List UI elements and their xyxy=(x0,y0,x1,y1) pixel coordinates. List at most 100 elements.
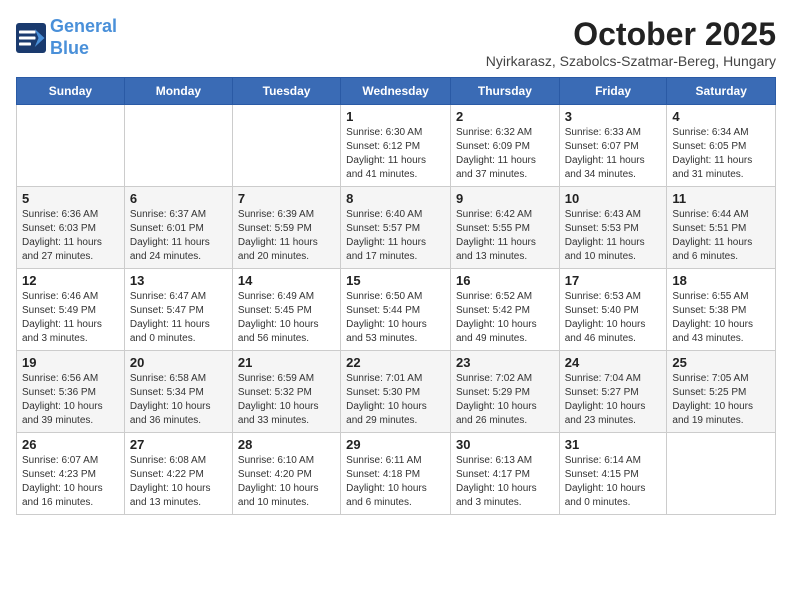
day-info: Sunrise: 7:05 AMSunset: 5:25 PMDaylight:… xyxy=(672,372,770,428)
day-info: Sunrise: 6:11 AMSunset: 4:18 PMDaylight:… xyxy=(346,454,445,510)
weekday-header: Friday xyxy=(559,78,667,105)
weekday-header: Thursday xyxy=(450,78,559,105)
day-info: Sunrise: 6:58 AMSunset: 5:34 PMDaylight:… xyxy=(130,372,227,428)
calendar-cell: 22Sunrise: 7:01 AMSunset: 5:30 PMDayligh… xyxy=(341,351,451,433)
calendar-cell: 18 Sunrise: 6:55 AMSunset: 5:38 PMDayligh… xyxy=(667,269,776,351)
day-info: Sunrise: 7:01 AMSunset: 5:30 PMDaylight:… xyxy=(346,372,445,428)
day-number: 17 xyxy=(565,273,662,288)
calendar-cell: 1Sunrise: 6:30 AMSunset: 6:12 PMDaylight… xyxy=(341,105,451,187)
calendar-cell: 19 Sunrise: 6:56 AMSunset: 5:36 PMDayligh… xyxy=(17,351,125,433)
calendar-week-row: 5 Sunrise: 6:36 AMSunset: 6:03 PMDaylight… xyxy=(17,187,776,269)
day-info: Sunrise: 6:56 AMSunset: 5:36 PMDaylight:… xyxy=(22,372,119,428)
day-number: 11 xyxy=(672,191,770,206)
calendar-header-row: SundayMondayTuesdayWednesdayThursdayFrid… xyxy=(17,78,776,105)
day-info: Sunrise: 6:42 AMSunset: 5:55 PMDaylight:… xyxy=(456,208,554,264)
calendar-cell: 21 Sunrise: 6:59 AMSunset: 5:32 PMDayligh… xyxy=(232,351,340,433)
day-info: Sunrise: 6:46 AMSunset: 5:49 PMDaylight:… xyxy=(22,290,119,346)
day-info: Sunrise: 6:33 AMSunset: 6:07 PMDaylight:… xyxy=(565,126,662,182)
calendar-cell: 7 Sunrise: 6:39 AMSunset: 5:59 PMDaylight… xyxy=(232,187,340,269)
calendar-cell: 11 Sunrise: 6:44 AMSunset: 5:51 PMDayligh… xyxy=(667,187,776,269)
calendar-cell: 28 Sunrise: 6:10 AMSunset: 4:20 PMDayligh… xyxy=(232,433,340,515)
day-number: 9 xyxy=(456,191,554,206)
day-info: Sunrise: 6:50 AMSunset: 5:44 PMDaylight:… xyxy=(346,290,445,346)
day-info: Sunrise: 6:14 AMSunset: 4:15 PMDaylight:… xyxy=(565,454,662,510)
calendar-cell: 2Sunrise: 6:32 AMSunset: 6:09 PMDaylight… xyxy=(450,105,559,187)
day-number: 5 xyxy=(22,191,119,206)
day-number: 23 xyxy=(456,355,554,370)
weekday-header: Saturday xyxy=(667,78,776,105)
calendar-week-row: 26Sunrise: 6:07 AMSunset: 4:23 PMDayligh… xyxy=(17,433,776,515)
calendar-cell: 31 Sunrise: 6:14 AMSunset: 4:15 PMDayligh… xyxy=(559,433,667,515)
day-info: Sunrise: 6:08 AMSunset: 4:22 PMDaylight:… xyxy=(130,454,227,510)
day-info: Sunrise: 6:52 AMSunset: 5:42 PMDaylight:… xyxy=(456,290,554,346)
day-info: Sunrise: 6:40 AMSunset: 5:57 PMDaylight:… xyxy=(346,208,445,264)
day-number: 3 xyxy=(565,109,662,124)
day-number: 7 xyxy=(238,191,335,206)
day-number: 18 xyxy=(672,273,770,288)
calendar-cell: 23 Sunrise: 7:02 AMSunset: 5:29 PMDayligh… xyxy=(450,351,559,433)
page-header: General Blue October 2025 Nyirkarasz, Sz… xyxy=(16,16,776,69)
day-number: 6 xyxy=(130,191,227,206)
calendar-cell: 14 Sunrise: 6:49 AMSunset: 5:45 PMDayligh… xyxy=(232,269,340,351)
day-info: Sunrise: 6:36 AMSunset: 6:03 PMDaylight:… xyxy=(22,208,119,264)
calendar-week-row: 19 Sunrise: 6:56 AMSunset: 5:36 PMDayligh… xyxy=(17,351,776,433)
month-title: October 2025 xyxy=(486,16,776,53)
day-number: 20 xyxy=(130,355,227,370)
day-info: Sunrise: 6:07 AMSunset: 4:23 PMDaylight:… xyxy=(22,454,119,510)
calendar-cell: 9 Sunrise: 6:42 AMSunset: 5:55 PMDaylight… xyxy=(450,187,559,269)
day-info: Sunrise: 7:02 AMSunset: 5:29 PMDaylight:… xyxy=(456,372,554,428)
day-number: 28 xyxy=(238,437,335,452)
calendar-cell: 24Sunrise: 7:04 AMSunset: 5:27 PMDayligh… xyxy=(559,351,667,433)
calendar-cell: 25 Sunrise: 7:05 AMSunset: 5:25 PMDayligh… xyxy=(667,351,776,433)
calendar-cell: 26Sunrise: 6:07 AMSunset: 4:23 PMDayligh… xyxy=(17,433,125,515)
day-number: 16 xyxy=(456,273,554,288)
calendar-cell: 27 Sunrise: 6:08 AMSunset: 4:22 PMDayligh… xyxy=(124,433,232,515)
weekday-header: Tuesday xyxy=(232,78,340,105)
calendar-cell: 12 Sunrise: 6:46 AMSunset: 5:49 PMDayligh… xyxy=(17,269,125,351)
calendar-cell: 3 Sunrise: 6:33 AMSunset: 6:07 PMDaylight… xyxy=(559,105,667,187)
weekday-header: Wednesday xyxy=(341,78,451,105)
calendar-cell: 13 Sunrise: 6:47 AMSunset: 5:47 PMDayligh… xyxy=(124,269,232,351)
calendar-week-row: 1Sunrise: 6:30 AMSunset: 6:12 PMDaylight… xyxy=(17,105,776,187)
day-number: 19 xyxy=(22,355,119,370)
day-number: 12 xyxy=(22,273,119,288)
title-block: October 2025 Nyirkarasz, Szabolcs-Szatma… xyxy=(486,16,776,69)
calendar-cell: 6 Sunrise: 6:37 AMSunset: 6:01 PMDaylight… xyxy=(124,187,232,269)
day-number: 25 xyxy=(672,355,770,370)
day-number: 21 xyxy=(238,355,335,370)
day-number: 15 xyxy=(346,273,445,288)
day-info: Sunrise: 6:10 AMSunset: 4:20 PMDaylight:… xyxy=(238,454,335,510)
day-info: Sunrise: 6:47 AMSunset: 5:47 PMDaylight:… xyxy=(130,290,227,346)
day-number: 13 xyxy=(130,273,227,288)
day-info: Sunrise: 7:04 AMSunset: 5:27 PMDaylight:… xyxy=(565,372,662,428)
logo: General Blue xyxy=(16,16,117,59)
day-number: 8 xyxy=(346,191,445,206)
day-info: Sunrise: 6:59 AMSunset: 5:32 PMDaylight:… xyxy=(238,372,335,428)
location: Nyirkarasz, Szabolcs-Szatmar-Bereg, Hung… xyxy=(486,53,776,69)
day-number: 14 xyxy=(238,273,335,288)
day-number: 31 xyxy=(565,437,662,452)
calendar-cell: 20 Sunrise: 6:58 AMSunset: 5:34 PMDayligh… xyxy=(124,351,232,433)
day-info: Sunrise: 6:13 AMSunset: 4:17 PMDaylight:… xyxy=(456,454,554,510)
day-number: 4 xyxy=(672,109,770,124)
day-number: 30 xyxy=(456,437,554,452)
day-info: Sunrise: 6:37 AMSunset: 6:01 PMDaylight:… xyxy=(130,208,227,264)
weekday-header: Monday xyxy=(124,78,232,105)
weekday-header: Sunday xyxy=(17,78,125,105)
day-info: Sunrise: 6:32 AMSunset: 6:09 PMDaylight:… xyxy=(456,126,554,182)
calendar-cell: 8 Sunrise: 6:40 AMSunset: 5:57 PMDaylight… xyxy=(341,187,451,269)
day-number: 27 xyxy=(130,437,227,452)
day-number: 1 xyxy=(346,109,445,124)
calendar-cell: 15 Sunrise: 6:50 AMSunset: 5:44 PMDayligh… xyxy=(341,269,451,351)
calendar-cell: 4Sunrise: 6:34 AMSunset: 6:05 PMDaylight… xyxy=(667,105,776,187)
day-info: Sunrise: 6:43 AMSunset: 5:53 PMDaylight:… xyxy=(565,208,662,264)
day-info: Sunrise: 6:39 AMSunset: 5:59 PMDaylight:… xyxy=(238,208,335,264)
day-info: Sunrise: 6:55 AMSunset: 5:38 PMDaylight:… xyxy=(672,290,770,346)
calendar-cell: 16 Sunrise: 6:52 AMSunset: 5:42 PMDayligh… xyxy=(450,269,559,351)
logo-icon xyxy=(16,23,46,53)
calendar-cell: 10Sunrise: 6:43 AMSunset: 5:53 PMDayligh… xyxy=(559,187,667,269)
day-info: Sunrise: 6:44 AMSunset: 5:51 PMDaylight:… xyxy=(672,208,770,264)
calendar-cell: 17 Sunrise: 6:53 AMSunset: 5:40 PMDayligh… xyxy=(559,269,667,351)
day-info: Sunrise: 6:53 AMSunset: 5:40 PMDaylight:… xyxy=(565,290,662,346)
day-info: Sunrise: 6:49 AMSunset: 5:45 PMDaylight:… xyxy=(238,290,335,346)
